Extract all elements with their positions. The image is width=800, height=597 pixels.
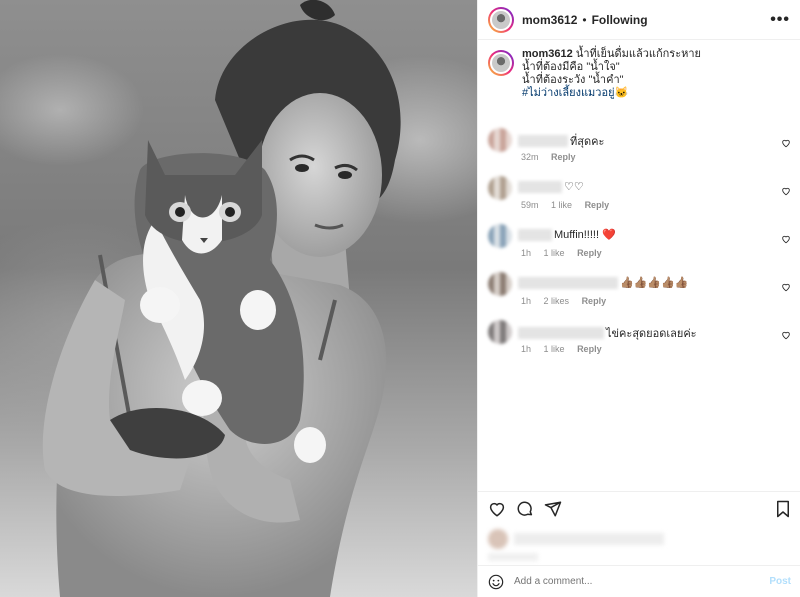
comment-meta: 59m 1 like Reply [521,200,619,210]
liker-avatar [488,529,508,549]
comment-text: ♡♡ [564,181,584,193]
photo-illustration [42,0,401,597]
caption-text: mom3612 น้ำที่เย็นดื่มแล้วแก้กระหาย น้ำท… [522,48,701,132]
author-avatar[interactable] [488,6,514,33]
like-comment-heart-icon[interactable] [781,282,791,292]
add-comment-bar: Post [478,565,800,597]
comment-likes[interactable]: 1 like [544,344,565,354]
liked-by-text-blurred[interactable] [514,533,664,545]
share-icon[interactable] [544,500,562,518]
heart-icon[interactable] [488,500,506,518]
comment-body: 👍🏽👍🏽👍🏽👍🏽👍🏽 [518,276,688,289]
comment-meta: 1h 1 like Reply [521,248,612,258]
post-comment-button[interactable]: Post [769,576,791,587]
following-button[interactable]: Following [592,13,648,27]
like-comment-heart-icon[interactable] [781,186,791,196]
commenter-avatar[interactable] [488,272,512,296]
commenter-avatar[interactable] [488,176,512,200]
post-sidebar: mom3612 • Following ••• mom3612 น้ำที่เย… [477,0,800,597]
separator-dot: • [582,12,587,27]
comment-meta: 1h 2 likes Reply [521,296,616,306]
comment-likes[interactable]: 2 likes [544,296,570,306]
comment-body: Muffin!!!!! ❤️ [518,228,616,241]
comment-item: ♡♡ 59m 1 like Reply [478,176,800,224]
comments-list: ที่สุดคะ 32m Reply ♡♡ 59m 1 like Reply M… [478,128,800,368]
commenter-username-blurred[interactable] [518,135,568,147]
comment-text: Muffin!!!!! ❤️ [554,229,616,241]
comment-time: 1h [521,344,532,354]
reply-button[interactable]: Reply [582,296,607,306]
comment-text: 👍🏽👍🏽👍🏽👍🏽👍🏽 [620,277,689,289]
comment-item: ไข่คะสุดยอดเลยค่ะ 1h 1 like Reply [478,320,800,368]
author-username[interactable]: mom3612 [522,13,577,27]
comment-body: ที่สุดคะ [518,132,604,150]
liked-by-blurred [488,529,664,549]
comment-body: ไข่คะสุดยอดเลยค่ะ [518,324,697,342]
caption-username[interactable]: mom3612 [522,48,573,60]
caption-hashtag[interactable]: #ไม่ว่างเลี้ยงแมวอยู่🐱 [522,87,701,100]
comment-likes[interactable]: 1 like [551,200,572,210]
comment-meta: 32m Reply [521,152,586,162]
caption-line-3: น้ำที่ต้องระวัง "น้ำคำ" [522,74,624,86]
comment-time: 32m [521,152,539,162]
comment-body: ♡♡ [518,180,584,193]
comment-item: Muffin!!!!! ❤️ 1h 1 like Reply [478,224,800,272]
post-caption: mom3612 น้ำที่เย็นดื่มแล้วแก้กระหาย น้ำท… [478,40,800,132]
like-comment-heart-icon[interactable] [781,234,791,244]
post-photo [0,0,477,597]
caption-avatar[interactable] [488,50,514,76]
emoji-icon[interactable] [488,574,504,590]
reply-button[interactable]: Reply [551,152,576,162]
comment-text: ไข่คะสุดยอดเลยค่ะ [606,328,697,340]
comment-time: 1h [521,296,532,306]
like-comment-heart-icon[interactable] [781,138,791,148]
commenter-username-blurred[interactable] [518,180,562,193]
comment-likes[interactable]: 1 like [544,248,565,258]
reply-button[interactable]: Reply [585,200,610,210]
bookmark-icon[interactable] [775,500,791,518]
post-time-blurred [488,553,538,561]
comment-time: 59m [521,200,539,210]
commenter-username-blurred[interactable] [518,276,618,289]
commenter-avatar[interactable] [488,320,512,344]
post-actions [478,491,800,525]
comment-meta: 1h 1 like Reply [521,344,612,354]
more-options-icon[interactable]: ••• [770,11,790,29]
comment-icon[interactable] [516,500,534,518]
caption-line-2: น้ำที่ต้องมีคือ "น้ำใจ" [522,61,620,73]
reply-button[interactable]: Reply [577,248,602,258]
comment-time: 1h [521,248,532,258]
comment-item: 👍🏽👍🏽👍🏽👍🏽👍🏽 1h 2 likes Reply [478,272,800,320]
comment-item: ที่สุดคะ 32m Reply [478,128,800,176]
comment-text: ที่สุดคะ [570,136,605,148]
commenter-avatar[interactable] [488,224,512,248]
post-header: mom3612 • Following ••• [478,0,800,40]
commenter-username-blurred[interactable] [518,327,604,339]
commenter-username-blurred[interactable] [518,228,552,241]
comment-input[interactable] [514,576,770,587]
caption-line-1: น้ำที่เย็นดื่มแล้วแก้กระหาย [575,48,702,60]
commenter-avatar[interactable] [488,128,512,152]
like-comment-heart-icon[interactable] [781,330,791,340]
reply-button[interactable]: Reply [577,344,602,354]
